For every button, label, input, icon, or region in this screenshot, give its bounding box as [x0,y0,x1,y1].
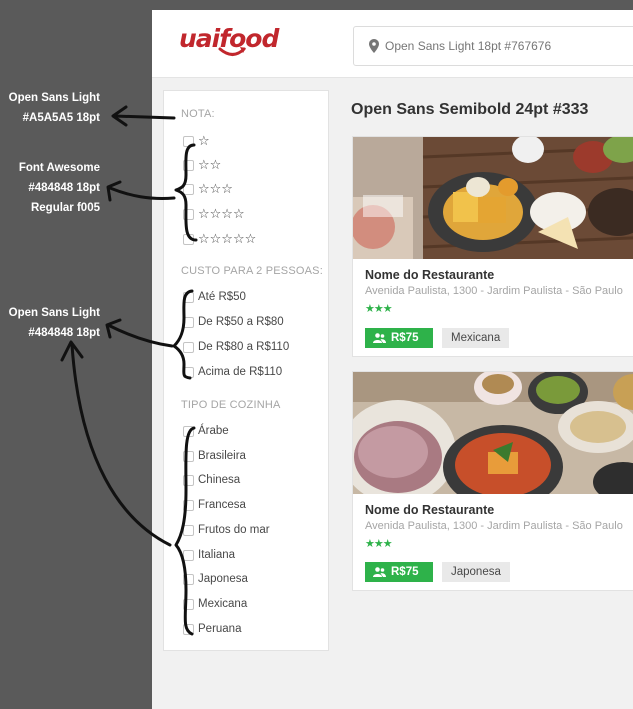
annotation-line: #A5A5A5 18pt [22,112,100,124]
price-badge: R$75 [365,562,433,582]
option-label: Peruana [198,623,242,635]
checkbox[interactable] [183,291,194,303]
filter-option-cuisine[interactable]: Árabe [183,423,229,439]
filter-option-price[interactable]: De R$80 a R$110 [183,339,289,355]
checkbox[interactable] [183,183,194,195]
filter-option-cuisine[interactable]: Italiana [183,547,235,563]
checkbox[interactable] [183,598,194,610]
checkbox[interactable] [183,623,194,635]
option-label: Acima de R$110 [198,366,283,378]
restaurant-card[interactable]: Nome do Restaurante Avenida Paulista, 13… [352,371,633,591]
annotation-stars-font: Font Awesome #484848 18pt Regular f005 [0,158,100,218]
checkbox[interactable] [183,573,194,585]
users-icon [373,567,386,577]
restaurant-card[interactable]: Nome do Restaurante Avenida Paulista, 13… [352,136,633,357]
users-icon [373,333,386,343]
price-value: R$75 [391,332,419,344]
page-title: Open Sans Semibold 24pt #333 [351,101,589,118]
checkbox[interactable] [183,450,194,462]
filter-option-cuisine[interactable]: Brasileira [183,448,246,464]
filter-option-price[interactable]: De R$50 a R$80 [183,314,284,330]
checkbox[interactable] [183,233,194,245]
annotation-options-font: Open Sans Light #484848 18pt [0,303,100,343]
filter-option-price[interactable]: Acima de R$110 [183,364,282,380]
search-placeholder: Open Sans Light 18pt #767676 [385,39,552,53]
checkbox[interactable] [183,341,194,353]
filter-option-rating-2[interactable]: ☆☆ [183,157,221,173]
option-label: Mexicana [198,598,248,610]
option-label: Francesa [198,499,246,511]
filter-option-cuisine[interactable]: Japonesa [183,571,248,587]
filter-title-cozinha: TIPO DE COZINHA [181,399,281,411]
checkbox[interactable] [183,159,194,171]
option-label: De R$80 a R$110 [198,341,290,353]
filter-sidebar: NOTA: ☆ ☆☆ ☆☆☆ ☆☆☆☆ ☆☆☆☆☆ CUSTO PARA 2 P… [163,90,329,651]
annotation-line: #484848 18pt [28,327,100,339]
restaurant-name[interactable]: Nome do Restaurante [365,503,494,517]
filter-option-rating-1[interactable]: ☆ [183,133,210,149]
star-rating-icons: ☆☆☆☆☆ [198,231,257,247]
restaurant-address: Avenida Paulista, 1300 - Jardim Paulista… [365,285,623,297]
checkbox[interactable] [183,499,194,511]
location-search-input[interactable]: Open Sans Light 18pt #767676 [353,26,633,66]
checkbox[interactable] [183,316,194,328]
restaurant-photo [353,372,633,494]
filter-option-cuisine[interactable]: Chinesa [183,472,240,488]
app-window: uaifood Open Sans Light 18pt #767676 NOT… [152,10,633,709]
filter-option-cuisine[interactable]: Francesa [183,497,246,513]
option-label: De R$50 a R$80 [198,316,284,328]
star-rating-icons: ☆☆☆ [198,181,233,197]
checkbox[interactable] [183,208,194,220]
annotation-line: Font Awesome [18,162,100,174]
cuisine-tag[interactable]: Japonesa [442,562,510,582]
checkbox[interactable] [183,425,194,437]
filter-option-price[interactable]: Até R$50 [183,289,246,305]
option-label: Árabe [198,425,229,437]
checkbox[interactable] [183,549,194,561]
filter-title-custo: CUSTO PARA 2 PESSOAS: [181,265,323,277]
cuisine-tag[interactable]: Mexicana [442,328,510,348]
option-label: Até R$50 [198,291,246,303]
filter-option-rating-4[interactable]: ☆☆☆☆ [183,206,245,222]
price-value: R$75 [391,566,419,578]
annotation-line: #484848 18pt [28,182,100,194]
option-label: Japonesa [198,573,248,585]
star-rating-icons: ☆☆☆☆ [198,206,245,222]
checkbox[interactable] [183,524,194,536]
star-rating-icons: ☆ [198,133,210,149]
price-badge: R$75 [365,328,433,348]
filter-option-rating-5[interactable]: ☆☆☆☆☆ [183,231,256,247]
rating-stars-icon: ★★★ [365,302,393,315]
option-label: Chinesa [198,474,241,486]
annotation-line: Open Sans Light [8,307,100,319]
restaurant-name[interactable]: Nome do Restaurante [365,268,494,282]
annotation-line: Open Sans Light [8,92,100,104]
header: uaifood Open Sans Light 18pt #767676 [152,10,633,78]
checkbox[interactable] [183,366,194,378]
filter-option-cuisine[interactable]: Peruana [183,621,241,637]
filter-title-nota: NOTA: [181,108,215,120]
logo-smile-icon [218,47,246,56]
restaurant-photo [353,137,633,259]
filter-option-cuisine[interactable]: Frutos do mar [183,522,270,538]
option-label: Italiana [198,549,236,561]
rating-stars-icon: ★★★ [365,537,393,550]
checkbox[interactable] [183,135,194,147]
annotation-line: Regular f005 [30,202,100,214]
annotation-nota-font: Open Sans Light #A5A5A5 18pt [0,88,100,128]
option-label: Frutos do mar [198,524,270,536]
checkbox[interactable] [183,474,194,486]
filter-option-cuisine[interactable]: Mexicana [183,596,247,612]
map-pin-icon [369,39,379,53]
filter-option-rating-3[interactable]: ☆☆☆ [183,181,233,197]
option-label: Brasileira [198,450,246,462]
star-rating-icons: ☆☆ [198,157,222,173]
restaurant-address: Avenida Paulista, 1300 - Jardim Paulista… [365,520,623,532]
